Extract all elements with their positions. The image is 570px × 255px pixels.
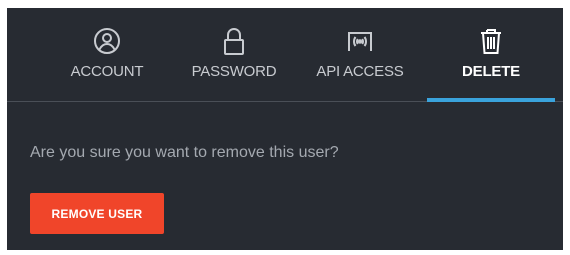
tab-account[interactable]: ACCOUNT [52,8,162,102]
trash-icon [475,25,507,57]
user-circle-icon [91,25,123,57]
active-tab-indicator [427,98,555,102]
user-settings-panel: ACCOUNT PASSWORD API ACCESS DELETE Are y… [7,8,563,250]
remove-user-button[interactable]: REMOVE USER [30,193,164,234]
tab-account-label: ACCOUNT [70,63,144,80]
tab-bar: ACCOUNT PASSWORD API ACCESS DELETE [7,8,563,102]
delete-confirmation-prompt: Are you sure you want to remove this use… [30,144,339,161]
broadcast-icon [344,25,376,57]
tab-api-access-label: API ACCESS [316,63,404,80]
tab-password-label: PASSWORD [191,63,277,80]
lock-icon [218,25,250,57]
tab-api-access[interactable]: API ACCESS [305,8,415,102]
tab-delete-label: DELETE [462,63,520,80]
tab-password[interactable]: PASSWORD [179,8,289,102]
tab-delete[interactable]: DELETE [427,8,555,102]
